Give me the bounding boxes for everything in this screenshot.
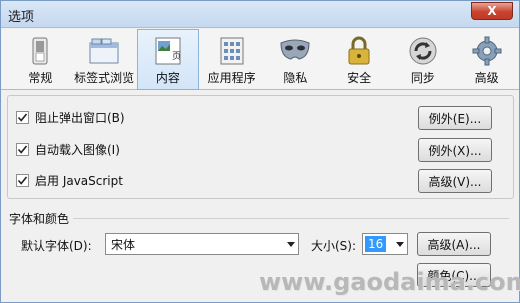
enable-javascript-label: 启用 JavaScript [35, 173, 123, 188]
font-advanced-button[interactable]: 高级(A)... [417, 232, 491, 256]
tab-label: 同步 [410, 71, 435, 85]
enable-javascript-checkbox[interactable] [16, 173, 29, 187]
tab-label: 标签式浏览 [74, 71, 135, 85]
gear-icon [472, 36, 502, 66]
font-size-select[interactable]: 16 [362, 233, 408, 255]
tabs-window-icon [89, 38, 119, 64]
tab-content[interactable]: 页 内容 [136, 29, 200, 90]
popups-exceptions-button[interactable]: 例外(E)... [418, 106, 492, 130]
size-label: 大小(S): [311, 239, 357, 253]
options-toolbar: 常规 标签式浏览 页 内容 应用程序 隐私 安全 同步 高级 [1, 29, 519, 90]
close-button[interactable]: X [471, 2, 513, 20]
check-icon [17, 175, 28, 185]
default-font-select[interactable]: 宋体 [105, 233, 299, 255]
options-dialog: 选项 X 常规 标签式浏览 页 内容 应用程序 隐私 安全 同步 高级 阻止弹出… [0, 0, 520, 303]
tab-sync[interactable]: 同步 [392, 29, 455, 90]
content-options-panel: 阻止弹出窗口(B) 例外(E)... 自动载入图像(I) 例外(X)... 启用… [7, 95, 514, 199]
default-font-label: 默认字体(D): [21, 239, 92, 253]
window-title: 选项 [8, 10, 35, 25]
tab-tabs[interactable]: 标签式浏览 [73, 29, 136, 90]
tab-advanced[interactable]: 高级 [455, 29, 518, 90]
tab-label: 常规 [28, 71, 53, 85]
tab-label: 内容 [155, 71, 180, 85]
block-popups-checkbox[interactable] [16, 110, 29, 124]
load-images-row: 自动载入图像(I) [16, 141, 120, 157]
tab-security[interactable]: 安全 [328, 29, 391, 90]
load-images-checkbox[interactable] [16, 142, 29, 156]
padlock-icon [348, 36, 370, 65]
title-bar: 选项 X [1, 1, 519, 28]
default-font-value: 宋体 [111, 237, 136, 252]
tab-privacy[interactable]: 隐私 [264, 29, 327, 90]
chevron-down-icon [393, 241, 407, 247]
chevron-down-icon [284, 241, 298, 247]
javascript-advanced-button[interactable]: 高级(V)... [418, 169, 492, 193]
applications-icon [220, 37, 244, 65]
enable-javascript-row: 启用 JavaScript [16, 172, 123, 188]
fonts-section-title: 字体和颜色 [9, 212, 70, 226]
tab-label: 应用程序 [207, 71, 256, 85]
content-page-icon: 页 [155, 37, 181, 65]
tab-general[interactable]: 常规 [9, 29, 72, 90]
tab-label: 隐私 [283, 71, 308, 85]
mask-icon [280, 39, 310, 60]
load-images-label: 自动载入图像(I) [35, 142, 120, 157]
watermark-text: www.gaodaima.com [259, 268, 520, 296]
check-icon [17, 112, 28, 122]
sync-icon [409, 37, 437, 65]
block-popups-row: 阻止弹出窗口(B) [16, 109, 125, 125]
section-divider [73, 218, 509, 219]
switch-icon [32, 37, 48, 65]
check-icon [17, 144, 28, 154]
svg-text:页: 页 [172, 51, 181, 62]
tab-label: 高级 [474, 71, 499, 85]
tab-label: 安全 [347, 71, 372, 85]
tab-applications[interactable]: 应用程序 [200, 29, 263, 90]
block-popups-label: 阻止弹出窗口(B) [35, 110, 125, 125]
images-exceptions-button[interactable]: 例外(X)... [418, 138, 492, 162]
font-size-value: 16 [365, 236, 387, 252]
